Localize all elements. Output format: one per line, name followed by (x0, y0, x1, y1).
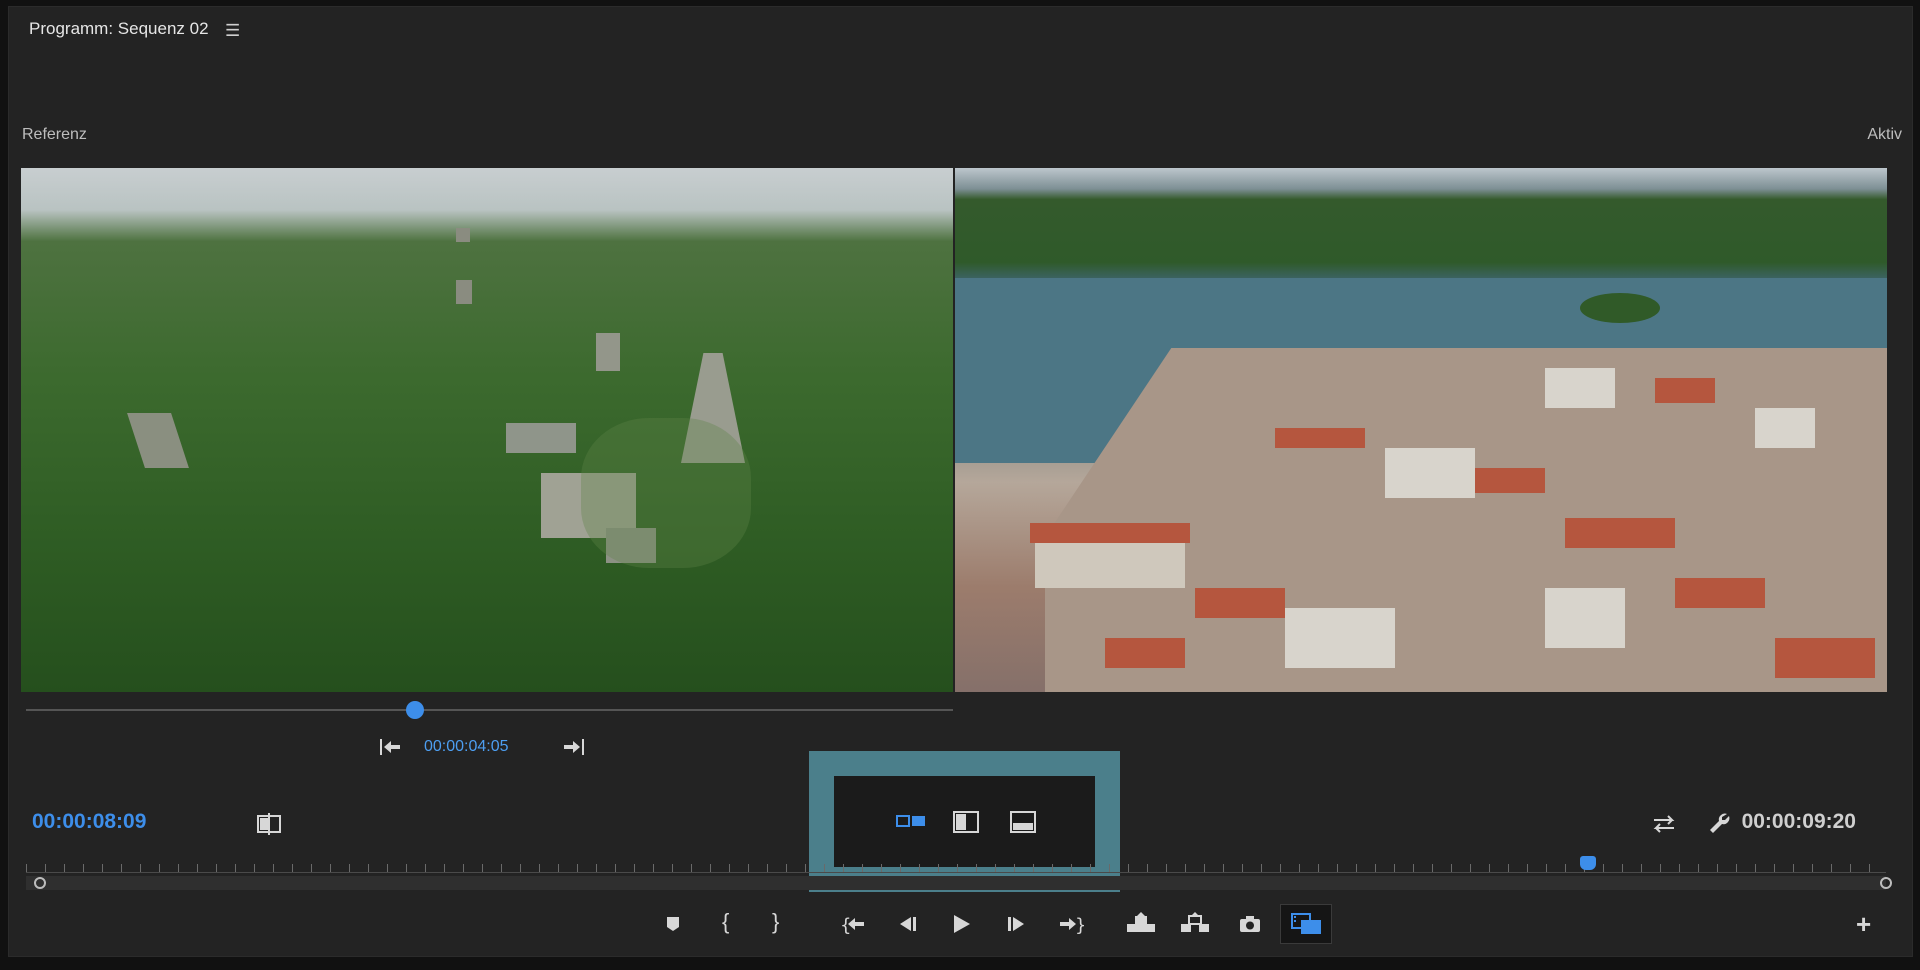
swap-arrows-icon[interactable] (1651, 813, 1677, 839)
view-mode-group (834, 776, 1095, 867)
extract-icon[interactable] (1180, 912, 1210, 938)
zoom-start-handle[interactable] (34, 877, 46, 889)
side-by-side-view-icon[interactable] (896, 813, 926, 833)
step-back-icon[interactable] (896, 914, 918, 938)
comparison-view-icon (1291, 913, 1323, 939)
panel-title: Programm: Sequenz 02 (29, 19, 209, 38)
comparison-view-button[interactable] (1280, 904, 1332, 944)
wrench-icon[interactable] (1707, 811, 1731, 839)
go-to-next-edit-icon[interactable] (562, 737, 586, 761)
reference-label: Referenz (22, 126, 87, 143)
play-icon[interactable] (950, 913, 972, 939)
active-label: Aktiv (1867, 126, 1902, 143)
camera-icon[interactable] (1238, 914, 1262, 938)
mark-in-icon[interactable]: { (722, 911, 729, 933)
time-ruler[interactable] (26, 858, 1886, 873)
active-video-frame (955, 168, 1887, 692)
reference-scrub-track[interactable] (26, 709, 953, 711)
lift-icon[interactable] (1126, 912, 1156, 938)
timeline-zoom-bar[interactable] (26, 876, 1886, 890)
go-to-out-icon[interactable]: } (1058, 914, 1086, 938)
plus-icon[interactable]: + (1856, 911, 1871, 937)
zoom-end-handle[interactable] (1880, 877, 1892, 889)
vertical-split-view-icon[interactable] (953, 811, 979, 837)
current-timecode[interactable]: 00:00:08:09 (32, 810, 146, 834)
duration-timecode: 00:00:09:20 (1741, 810, 1856, 833)
reference-video-frame (21, 168, 953, 692)
reference-timecode[interactable]: 00:00:04:05 (424, 738, 509, 756)
playhead[interactable] (1580, 856, 1597, 870)
horizontal-split-view-icon[interactable] (1010, 811, 1036, 837)
split-view-toggle-icon[interactable] (256, 812, 282, 840)
step-forward-icon[interactable] (1006, 914, 1028, 938)
svg-text:}: } (1075, 915, 1084, 934)
go-to-previous-edit-icon[interactable] (378, 737, 402, 761)
go-to-in-icon[interactable]: { (840, 914, 866, 938)
mark-out-icon[interactable]: } (772, 911, 779, 933)
add-marker-icon[interactable] (663, 914, 683, 938)
hamburger-menu-icon[interactable]: ☰ (225, 21, 240, 41)
